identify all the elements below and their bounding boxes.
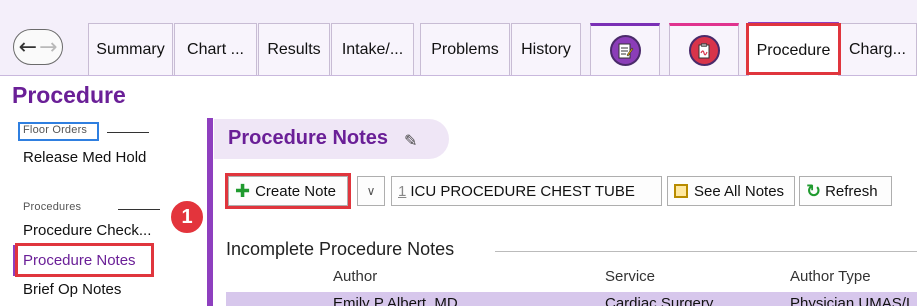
back-arrow-icon[interactable]: ← [19, 35, 37, 60]
page-title: Procedure [12, 82, 126, 108]
section-rule [495, 251, 917, 252]
notes-list-icon [674, 184, 688, 198]
cell-author-type: Physician UMAS/I [790, 295, 911, 306]
tab-summary[interactable]: Summary [88, 23, 173, 75]
forward-arrow-icon[interactable]: → [39, 35, 57, 60]
tab-label: Problems [431, 40, 499, 58]
section-divider [107, 132, 149, 133]
shortcut-number: 1 [398, 182, 407, 200]
tab-problems[interactable]: Problems [420, 23, 510, 75]
column-header-author[interactable]: Author [333, 268, 377, 285]
table-row[interactable]: Emily P Albert, MD Cardiac Surgery Physi… [226, 292, 917, 306]
column-header-author-type[interactable]: Author Type [790, 268, 871, 285]
pane-divider [207, 118, 213, 306]
floor-orders-header: Floor Orders [23, 124, 88, 136]
procedures-header: Procedures [23, 201, 82, 213]
section-title: Procedure Notes [228, 127, 389, 149]
pencil-icon[interactable]: ✎ [404, 131, 417, 150]
column-header-service[interactable]: Service [605, 268, 655, 285]
clipboard-icon [688, 35, 720, 66]
procedure-notes-highlight [15, 243, 154, 277]
create-note-dropdown[interactable]: ∨ [357, 176, 385, 206]
history-nav[interactable]: ← → [13, 29, 63, 65]
refresh-button[interactable]: ↻ Refresh [799, 176, 892, 206]
tab-label: History [521, 40, 571, 58]
tab-charges[interactable]: Charg... [840, 23, 917, 75]
tab-label: Results [267, 40, 321, 58]
refresh-label: Refresh [825, 182, 878, 200]
tab-chart[interactable]: Chart ... [174, 23, 257, 75]
tab-label: Summary [96, 40, 165, 58]
refresh-icon: ↻ [806, 180, 822, 202]
see-all-label: See All Notes [694, 182, 785, 200]
create-note-highlight [225, 173, 351, 209]
procedure-tab-highlight [746, 23, 841, 75]
tab-clipboard-activity[interactable] [669, 23, 739, 75]
notepad-icon [609, 35, 641, 66]
cell-service: Cardiac Surgery [605, 295, 714, 306]
sidebar-item-brief-op-notes[interactable]: Brief Op Notes [23, 281, 121, 298]
section-divider [118, 209, 160, 210]
step-badge: 1 [169, 199, 205, 235]
tab-label: Charg... [849, 40, 906, 58]
cell-author: Emily P Albert, MD [333, 295, 458, 306]
tab-history[interactable]: History [511, 23, 581, 75]
tab-results[interactable]: Results [258, 23, 330, 75]
chevron-down-icon: ∨ [366, 184, 376, 198]
incomplete-notes-title: Incomplete Procedure Notes [226, 239, 455, 259]
sidebar-item-procedure-checklist[interactable]: Procedure Check... [23, 222, 151, 239]
tab-intake[interactable]: Intake/... [331, 23, 414, 75]
see-all-notes-button[interactable]: See All Notes [667, 176, 795, 206]
shortcut-label: ICU PROCEDURE CHEST TUBE [410, 182, 635, 200]
shortcut-note-button[interactable]: 1 ICU PROCEDURE CHEST TUBE [391, 176, 662, 206]
tab-label: Intake/... [341, 40, 404, 58]
tab-notes-activity[interactable] [590, 23, 660, 75]
tab-label: Chart ... [187, 40, 244, 58]
sidebar-item-release-med-hold[interactable]: Release Med Hold [23, 149, 146, 166]
